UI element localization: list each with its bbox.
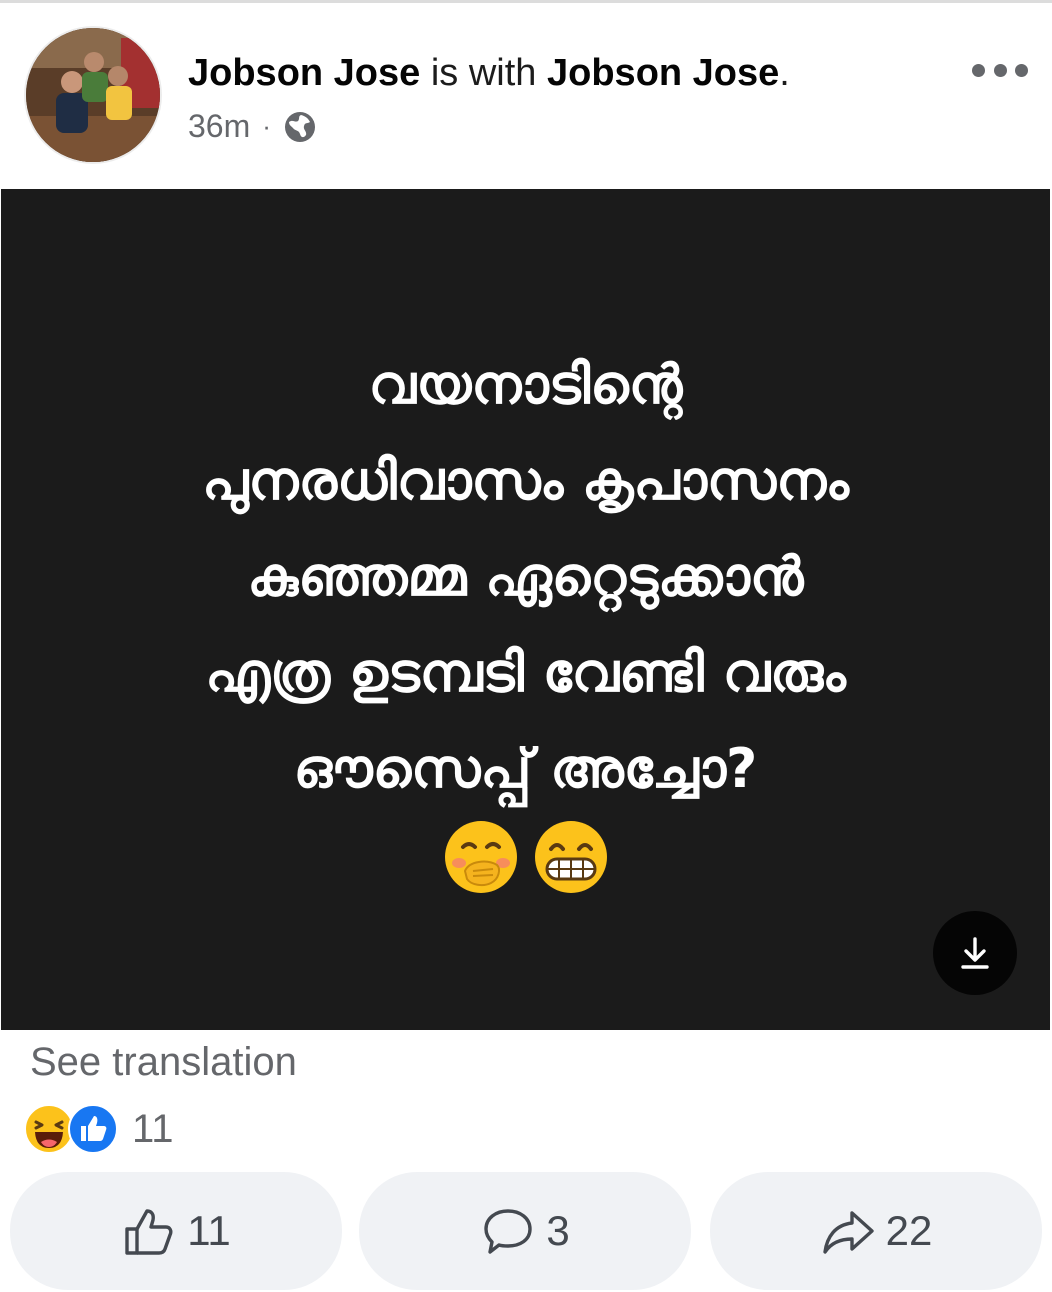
post-text-line-1: വയനാടിന്റെ [368,353,683,416]
with-connector-text: is with [420,52,547,94]
reaction-count: 11 [132,1106,174,1151]
share-icon [822,1211,874,1254]
more-dot-icon [993,63,1007,77]
download-icon [961,937,989,969]
post-meta: 36m · [188,108,317,145]
post-image[interactable]: വയനാടിന്റെ പുനരധിവാസം കൃപാസനം കുഞ്ഞമ്മ ഏ… [1,189,1050,1030]
like-reaction-icon [68,1104,118,1154]
thumbs-up-icon [125,1209,173,1255]
post-text-line-4: എത്ര ഉടമ്പടി വേണ്ടി വരും [205,641,846,704]
comment-button[interactable]: 3 [359,1172,691,1290]
post-text-line-2: പുനരധിവാസം കൃപാസനം [202,449,849,512]
download-button[interactable] [933,911,1017,995]
like-button[interactable]: 11 [10,1172,342,1290]
post-timestamp[interactable]: 36m [188,108,250,145]
face-with-hand-over-mouth-emoji [444,821,517,893]
more-options-button[interactable] [972,58,1028,82]
post-emoji-row [1,819,1050,895]
comment-count: 3 [546,1207,570,1254]
share-count: 22 [885,1207,933,1254]
globe-icon [284,111,315,142]
profile-avatar[interactable] [26,28,160,162]
haha-reaction-icon [24,1104,74,1154]
author-name-link[interactable]: Jobson Jose [188,52,420,94]
author-line-period: . [779,52,790,94]
reactions-summary[interactable]: 11 [24,1104,174,1154]
tagged-name-link[interactable]: Jobson Jose [547,52,779,94]
post-author-line: Jobson Jose is with Jobson Jose. [188,52,790,95]
grinning-face-emoji [534,821,607,893]
more-dot-icon [1015,63,1028,77]
share-button[interactable]: 22 [710,1172,1042,1290]
comment-icon [484,1209,533,1254]
meta-separator: · [262,111,271,141]
more-dot-icon [972,63,985,77]
top-divider [0,0,1052,3]
post-actions-bar: 11 3 22 [10,1172,1050,1292]
see-translation-link[interactable]: See translation [30,1040,297,1085]
post-text-line-5: ഔസെപ്പ് അച്ചോ? [293,737,758,800]
post-image-text: വയനാടിന്റെ പുനരധിവാസം കൃപാസനം കുഞ്ഞമ്മ ഏ… [1,337,1050,817]
post-text-line-3: കുഞ്ഞമ്മ ഏറ്റെടുക്കാൻ [247,545,804,608]
like-count: 11 [187,1207,231,1254]
